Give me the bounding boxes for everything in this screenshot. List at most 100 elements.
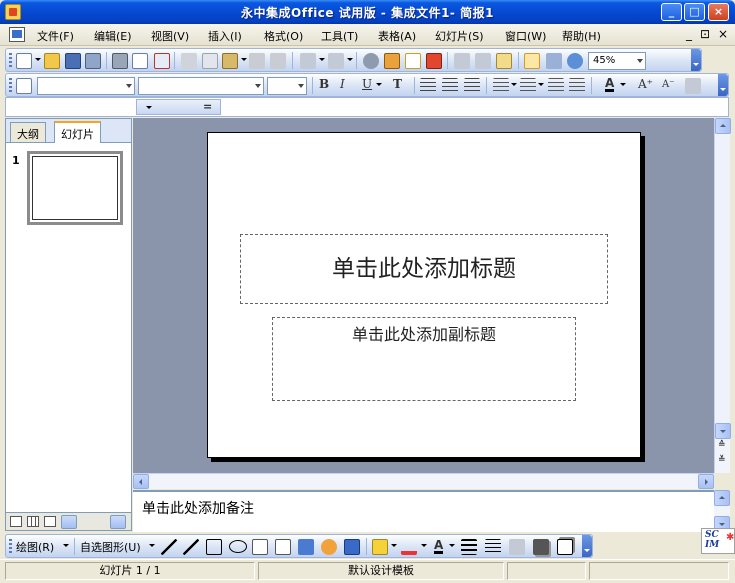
outline-dropdown-arrow[interactable] <box>146 106 152 109</box>
menu-insert[interactable]: 插入(I) <box>208 28 242 44</box>
line-style-icon[interactable] <box>461 539 477 555</box>
bold-button[interactable]: B <box>319 77 329 91</box>
autoshapes-menu-button[interactable]: 自选图形(U) <box>80 539 141 555</box>
grow-font-icon[interactable]: A⁺ <box>638 77 653 91</box>
slide-layout-icon[interactable] <box>496 53 512 69</box>
toolbar-options-chevron[interactable] <box>718 74 728 96</box>
toolbar-grip[interactable] <box>9 539 12 554</box>
draw-menu-button[interactable]: 绘图(R) <box>16 539 54 555</box>
scroll-down-button[interactable] <box>715 423 731 439</box>
wordart-icon[interactable] <box>298 539 314 555</box>
toolbar-options-chevron[interactable] <box>691 49 701 71</box>
chart-icon[interactable] <box>426 53 442 69</box>
new-dropdown-arrow[interactable] <box>35 58 41 61</box>
vertical-scrollbar[interactable]: ≙ ≚ <box>714 118 731 473</box>
redo-dropdown-arrow[interactable] <box>347 58 353 61</box>
pane-scroll-left-button[interactable] <box>61 515 77 529</box>
align-left-icon[interactable] <box>420 78 436 94</box>
scroll-right-button[interactable] <box>698 474 714 489</box>
menu-file[interactable]: 文件(F) <box>37 28 74 44</box>
grid-icon[interactable] <box>546 53 562 69</box>
font-size-select[interactable] <box>267 77 307 95</box>
format-painter-icon[interactable] <box>270 53 286 69</box>
toolbar-options-chevron[interactable] <box>582 535 592 557</box>
print-icon[interactable] <box>112 53 128 69</box>
doc-close-button[interactable]: × <box>718 27 728 41</box>
tab-slides[interactable]: 幻灯片 <box>54 121 101 143</box>
minimize-button[interactable]: _ <box>661 3 682 21</box>
align-right-icon[interactable] <box>464 78 480 94</box>
clipart-icon[interactable] <box>321 539 337 555</box>
ellipse-icon[interactable] <box>229 540 247 553</box>
copy-icon[interactable] <box>202 53 218 69</box>
arrow-icon[interactable] <box>183 539 199 555</box>
save-all-icon[interactable] <box>85 53 101 69</box>
style-icon[interactable] <box>16 78 32 94</box>
dash-style-icon[interactable] <box>485 539 501 555</box>
textbox-icon[interactable] <box>252 539 268 555</box>
text-shadow-button[interactable]: T <box>393 77 402 91</box>
undo-icon[interactable] <box>300 53 316 69</box>
menu-format[interactable]: 格式(O) <box>264 28 303 44</box>
bullets-icon[interactable] <box>493 78 509 94</box>
toolbar-grip[interactable] <box>9 78 12 93</box>
equals-icon[interactable]: = <box>203 100 212 113</box>
menu-slide[interactable]: 幻灯片(S) <box>435 28 484 44</box>
font-color-dropdown-arrow[interactable] <box>620 83 626 86</box>
title-placeholder[interactable]: 单击此处添加标题 <box>240 234 608 304</box>
font-select[interactable] <box>138 77 264 95</box>
open-folder-icon[interactable] <box>44 53 60 69</box>
slide-canvas[interactable]: 单击此处添加标题 单击此处添加副标题 <box>207 132 641 458</box>
slide-thumbnail[interactable] <box>27 151 123 225</box>
menu-window[interactable]: 窗口(W) <box>505 28 546 44</box>
doc-minimize-button[interactable]: _ <box>686 27 692 41</box>
decrease-indent-icon[interactable] <box>548 78 564 94</box>
print-preview-icon[interactable] <box>132 53 148 69</box>
notes-placeholder[interactable]: 单击此处添加备注 <box>142 498 254 518</box>
settings-gear-icon[interactable] <box>567 53 583 69</box>
close-button[interactable]: × <box>708 3 729 21</box>
slideshow-view-icon[interactable] <box>44 516 56 527</box>
shadow-icon[interactable] <box>533 539 549 555</box>
rectangle-icon[interactable] <box>206 539 222 555</box>
line-color-dropdown-arrow[interactable] <box>421 544 427 547</box>
numbering-icon[interactable] <box>520 78 536 94</box>
undo-dropdown-arrow[interactable] <box>319 58 325 61</box>
columns-icon[interactable] <box>454 53 470 69</box>
drawing-toggle-icon[interactable] <box>524 53 540 69</box>
font-color-icon[interactable]: A <box>605 77 615 92</box>
align-center-icon[interactable] <box>442 78 458 94</box>
pane-scroll-right-button[interactable] <box>110 515 126 529</box>
scroll-up-button[interactable] <box>715 118 731 134</box>
redo-icon[interactable] <box>328 53 344 69</box>
paste-icon[interactable] <box>222 53 238 69</box>
character-spacing-icon[interactable] <box>685 78 701 94</box>
fill-color-icon[interactable] <box>372 539 388 555</box>
autoshapes-dropdown-arrow[interactable] <box>149 544 155 547</box>
document-icon[interactable] <box>9 27 25 42</box>
normal-view-icon[interactable] <box>10 516 22 527</box>
paste-dropdown-arrow[interactable] <box>241 58 247 61</box>
style-select[interactable] <box>37 77 135 95</box>
text-direction-icon[interactable] <box>475 53 491 69</box>
horizontal-scrollbar[interactable] <box>133 473 714 489</box>
maximize-button[interactable]: □ <box>684 3 705 21</box>
save-icon[interactable] <box>65 53 81 69</box>
increase-indent-icon[interactable] <box>569 78 585 94</box>
clear-format-icon[interactable] <box>249 53 265 69</box>
arrow-style-icon[interactable] <box>509 539 525 555</box>
sorter-view-icon[interactable] <box>27 516 39 527</box>
draw-dropdown-arrow[interactable] <box>63 544 69 547</box>
notes-scrollbar[interactable] <box>714 490 730 532</box>
prev-slide-button[interactable]: ≙ <box>718 441 726 450</box>
draw-font-color-icon[interactable]: A <box>434 539 444 554</box>
next-slide-button[interactable]: ≚ <box>718 456 726 465</box>
toolbar-grip[interactable] <box>9 53 12 68</box>
outline-control[interactable]: = <box>136 99 221 115</box>
tab-outline[interactable]: 大纲 <box>10 122 46 142</box>
fill-color-dropdown-arrow[interactable] <box>391 544 397 547</box>
underline-button[interactable]: U <box>362 77 372 91</box>
spellcheck-icon[interactable] <box>154 53 170 69</box>
doc-restore-button[interactable]: ⊡ <box>700 27 710 41</box>
new-icon[interactable] <box>16 53 32 69</box>
